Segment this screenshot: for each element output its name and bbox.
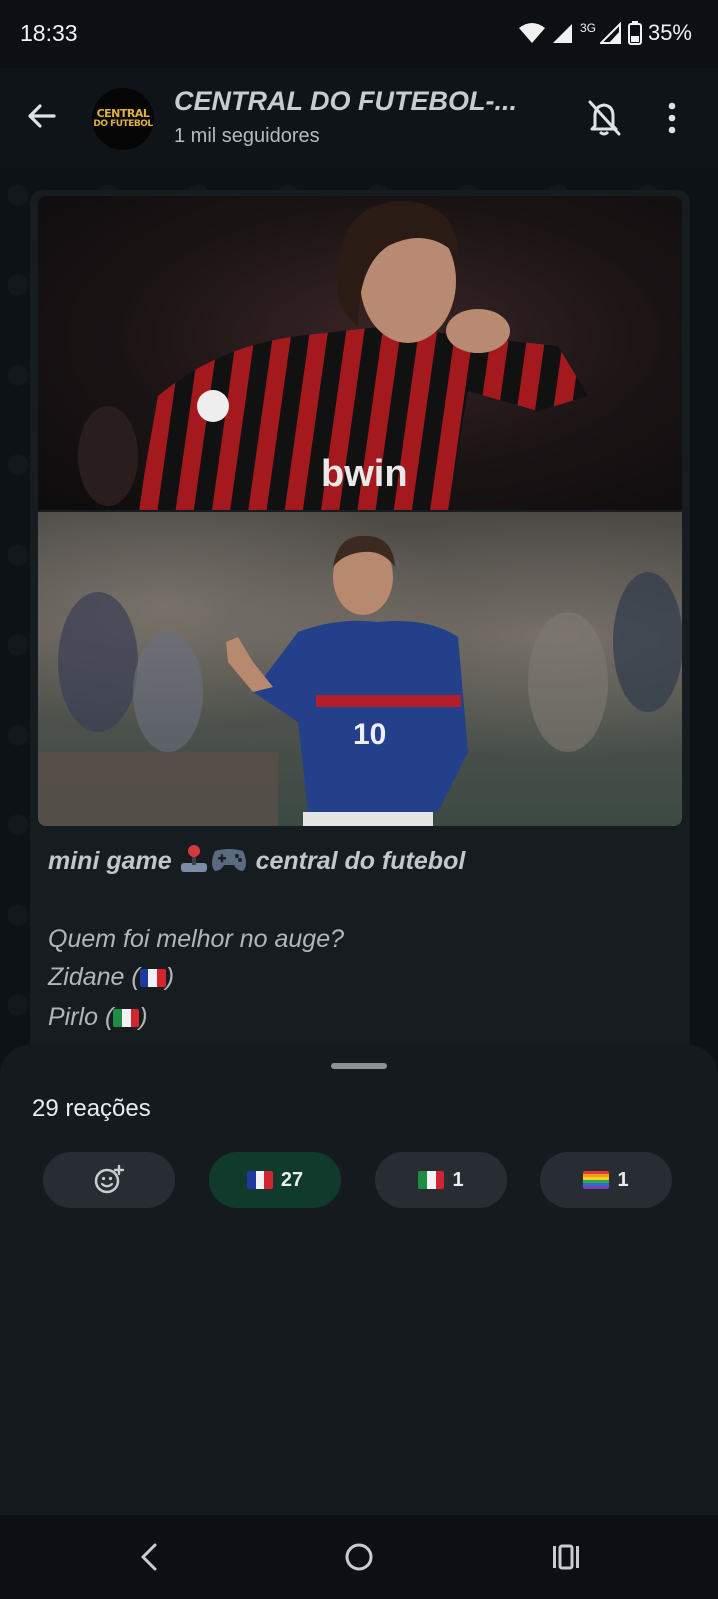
signal-icon-2 xyxy=(599,22,621,44)
poll-question: Quem foi melhor no auge? xyxy=(48,925,345,953)
channel-header: CENTRAL DO FUTEBOL CENTRAL DO FUTEBOL-..… xyxy=(0,68,718,168)
signal-icon xyxy=(552,24,572,43)
reaction-rainbow[interactable]: 1 xyxy=(540,1152,672,1208)
reaction-count: 1 xyxy=(452,1168,464,1191)
system-nav-bar xyxy=(0,1515,718,1599)
channel-title[interactable]: CENTRAL DO FUTEBOL-... xyxy=(174,86,554,117)
reaction-count: 27 xyxy=(280,1168,304,1191)
wifi-icon xyxy=(518,23,545,43)
battery-percent: 35% xyxy=(647,20,692,45)
joystick-icon xyxy=(180,845,207,872)
jersey-number-text: 10 xyxy=(353,718,386,751)
zidane-photo[interactable]: 10 xyxy=(38,512,682,826)
option1-name: Zidane xyxy=(48,963,125,991)
nav-back-icon[interactable] xyxy=(131,1537,171,1577)
caption-title-part2: central do futebol xyxy=(255,847,466,875)
avatar-logo-text-1: CENTRAL xyxy=(96,107,150,120)
jersey-sponsor-text: bwin xyxy=(321,453,408,495)
channel-avatar[interactable]: CENTRAL DO FUTEBOL xyxy=(92,88,154,150)
pirlo-illustration: bwin xyxy=(78,201,588,510)
rainbow-flag-icon xyxy=(583,1171,610,1189)
add-reaction-icon xyxy=(94,1164,125,1194)
italy-flag-icon xyxy=(418,1171,445,1189)
option2-name: Pirlo xyxy=(48,1003,99,1031)
italy-flag-icon xyxy=(113,1009,140,1027)
message-title: mini game central do futebol xyxy=(48,845,465,876)
reactions-count-title: 29 reações xyxy=(32,1095,151,1122)
back-arrow-icon[interactable] xyxy=(24,98,60,134)
status-time: 18:33 xyxy=(20,20,78,46)
status-bar: 18:33 3G 35% xyxy=(0,0,718,68)
pirlo-photo[interactable]: bwin xyxy=(38,196,682,510)
france-flag-icon xyxy=(139,969,166,987)
whatsapp-channel-screen: 18:33 3G 35% CENTRAL DO FUTEBOL CENTRAL … xyxy=(0,0,718,1599)
sheet-drag-handle[interactable] xyxy=(331,1063,387,1069)
reaction-italy[interactable]: 1 xyxy=(375,1152,507,1208)
add-reaction-button[interactable] xyxy=(43,1152,175,1208)
nav-home-icon[interactable] xyxy=(339,1537,379,1577)
gamepad-icon xyxy=(211,849,246,871)
reaction-count: 1 xyxy=(617,1168,629,1191)
reactions-bottom-sheet: 29 reações 27 1 1 xyxy=(0,1045,718,1515)
caption-title-part1: mini game xyxy=(48,847,172,875)
zidane-illustration: 10 xyxy=(38,535,682,826)
poll-option-pirlo: Pirlo () xyxy=(48,1003,148,1031)
status-icons: 3G 35% xyxy=(518,18,692,48)
reaction-france[interactable]: 27 xyxy=(209,1152,341,1208)
followers-count: 1 mil seguidores xyxy=(174,125,320,147)
nav-recents-icon[interactable] xyxy=(546,1537,586,1577)
battery-icon xyxy=(627,21,642,45)
network-type-label: 3G xyxy=(579,21,596,35)
channel-message[interactable]: bwin 10 mini game central do futebol Que… xyxy=(30,190,690,1070)
france-flag-icon xyxy=(246,1171,273,1189)
avatar-logo-text-2: DO FUTEBOL xyxy=(93,119,153,129)
poll-option-zidane: Zidane () xyxy=(48,963,175,991)
more-vert-icon[interactable] xyxy=(664,100,680,136)
bell-off-icon[interactable] xyxy=(585,98,623,138)
